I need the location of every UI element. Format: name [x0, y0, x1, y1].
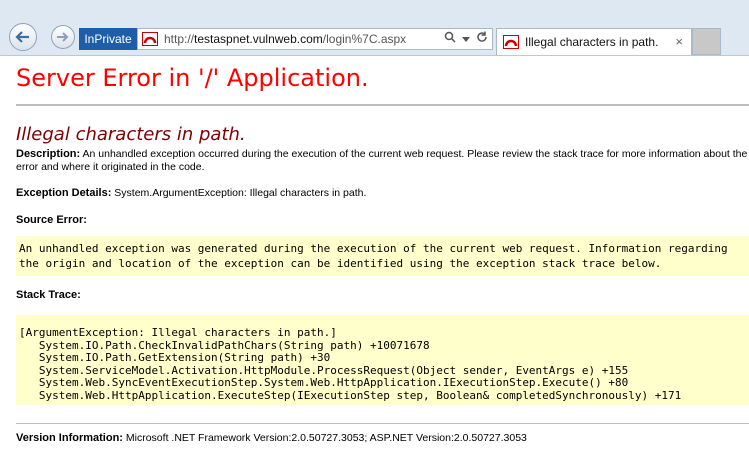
tab-title: Illegal characters in path. — [525, 35, 659, 49]
forward-arrow-icon — [56, 31, 70, 43]
exception-details-text: System.ArgumentException: Illegal charac… — [114, 187, 367, 199]
divider-top — [16, 104, 749, 106]
source-error-label: Source Error: — [16, 214, 87, 226]
stack-trace-box: [ArgumentException: Illegal characters i… — [16, 315, 749, 405]
address-tools — [444, 31, 488, 47]
source-error-line: An unhandled exception was generated dur… — [19, 242, 728, 255]
source-error-box: An unhandled exception was generated dur… — [16, 236, 749, 276]
close-tab-button[interactable]: × — [675, 34, 683, 49]
stack-trace-line: [ArgumentException: Illegal characters i… — [19, 326, 337, 339]
divider-bottom — [16, 423, 749, 424]
address-bar[interactable]: http://testaspnet.vulnweb.com/login%7C.a… — [137, 28, 493, 50]
page-content: Server Error in '/' Application. Illegal… — [0, 56, 749, 456]
stack-trace-line: System.Web.HttpApplication.ExecuteStep(I… — [19, 388, 682, 402]
new-tab-button[interactable] — [692, 28, 721, 55]
source-error-line: the origin and location of the exception… — [19, 257, 662, 270]
search-icon[interactable] — [444, 31, 456, 47]
url-host: testaspnet.vulnweb.com — [194, 32, 323, 46]
url-scheme: http:// — [164, 32, 195, 46]
description: Description: An unhandled exception occu… — [16, 148, 749, 174]
exception-details-label: Exception Details: — [16, 187, 112, 199]
url-path: /login%7C.aspx — [322, 32, 407, 46]
browser-toolbar: InPrivate http://testaspnet.vulnweb.com/… — [0, 0, 749, 56]
stack-trace-label: Stack Trace: — [16, 289, 81, 301]
page-title: Server Error in '/' Application. — [16, 64, 369, 92]
back-button[interactable] — [9, 23, 37, 51]
exception-details: Exception Details: System.ArgumentExcept… — [16, 187, 366, 199]
forward-button[interactable] — [51, 25, 75, 49]
inprivate-badge[interactable]: InPrivate — [79, 28, 137, 50]
description-text: An unhandled exception occurred during t… — [16, 148, 748, 173]
stack-trace-line: System.IO.Path.GetExtension(String path)… — [19, 351, 331, 364]
chevron-down-icon[interactable] — [462, 31, 470, 47]
version-label: Version Information: — [16, 432, 123, 444]
back-arrow-icon — [15, 30, 31, 44]
stack-trace-line: System.Web.SyncEventExecutionStep.System… — [19, 376, 629, 389]
version-information: Version Information: Microsoft .NET Fram… — [16, 432, 527, 444]
version-text: Microsoft .NET Framework Version:2.0.507… — [125, 432, 527, 444]
description-label: Description: — [16, 148, 81, 160]
site-favicon-icon — [142, 32, 158, 46]
tab-active[interactable]: Illegal characters in path. × — [496, 28, 692, 55]
address-url[interactable]: http://testaspnet.vulnweb.com/login%7C.a… — [164, 32, 406, 46]
refresh-icon[interactable] — [476, 31, 488, 47]
error-title: Illegal characters in path. — [16, 124, 246, 145]
tab-favicon-icon — [503, 35, 519, 49]
